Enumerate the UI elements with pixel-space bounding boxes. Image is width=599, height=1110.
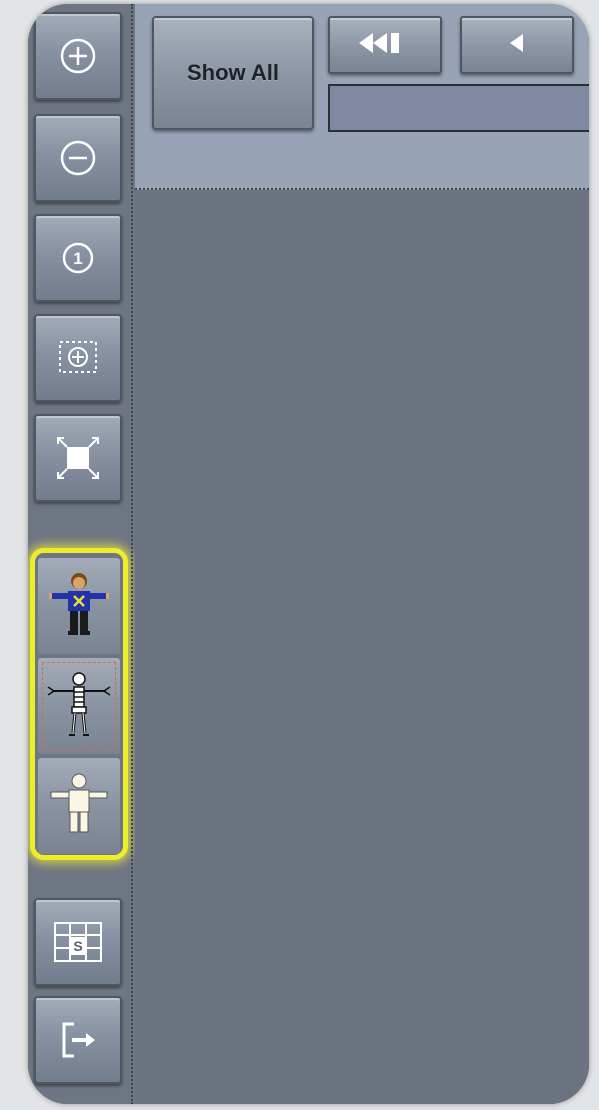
top-toolbar: Show All	[135, 4, 589, 190]
zoom-in-button[interactable]	[34, 12, 122, 100]
one-glyph: 1	[73, 249, 82, 268]
step-back-icon	[505, 31, 529, 60]
viewport-canvas[interactable]	[135, 190, 589, 1104]
layout-glyph: S	[73, 938, 82, 954]
skeleton-mode-button[interactable]	[38, 658, 120, 754]
plus-circle-icon	[58, 36, 98, 76]
skeleton-icon	[44, 669, 114, 744]
zoom-actual-size-button[interactable]: 1	[34, 214, 122, 302]
exit-button[interactable]	[34, 996, 122, 1084]
fit-to-screen-button[interactable]	[34, 414, 122, 502]
frame-slider-field[interactable]	[328, 84, 589, 132]
one-circle-icon: 1	[58, 238, 98, 278]
show-all-button[interactable]: Show All	[152, 16, 314, 130]
minus-circle-icon	[58, 138, 98, 178]
mesh-mode-button[interactable]	[38, 758, 120, 854]
avatar-mode-group	[30, 548, 128, 860]
previous-frame-button[interactable]	[460, 16, 574, 74]
character-clothed-icon	[49, 569, 109, 644]
sidebar-divider	[131, 4, 133, 1104]
zoom-selection-icon	[56, 336, 100, 380]
character-mesh-icon	[49, 769, 109, 844]
first-frame-button[interactable]	[328, 16, 442, 74]
app-window: 1 S Show All	[28, 4, 589, 1104]
left-toolbar: 1 S	[28, 4, 135, 1104]
exit-icon	[58, 1018, 98, 1062]
layout-button[interactable]: S	[34, 898, 122, 986]
fit-arrows-icon	[54, 434, 102, 482]
skin-mode-button[interactable]	[38, 558, 120, 654]
rewind-to-start-icon	[357, 31, 413, 60]
zoom-selection-button[interactable]	[34, 314, 122, 402]
grid-layout-icon: S	[52, 920, 104, 964]
zoom-out-button[interactable]	[34, 114, 122, 202]
